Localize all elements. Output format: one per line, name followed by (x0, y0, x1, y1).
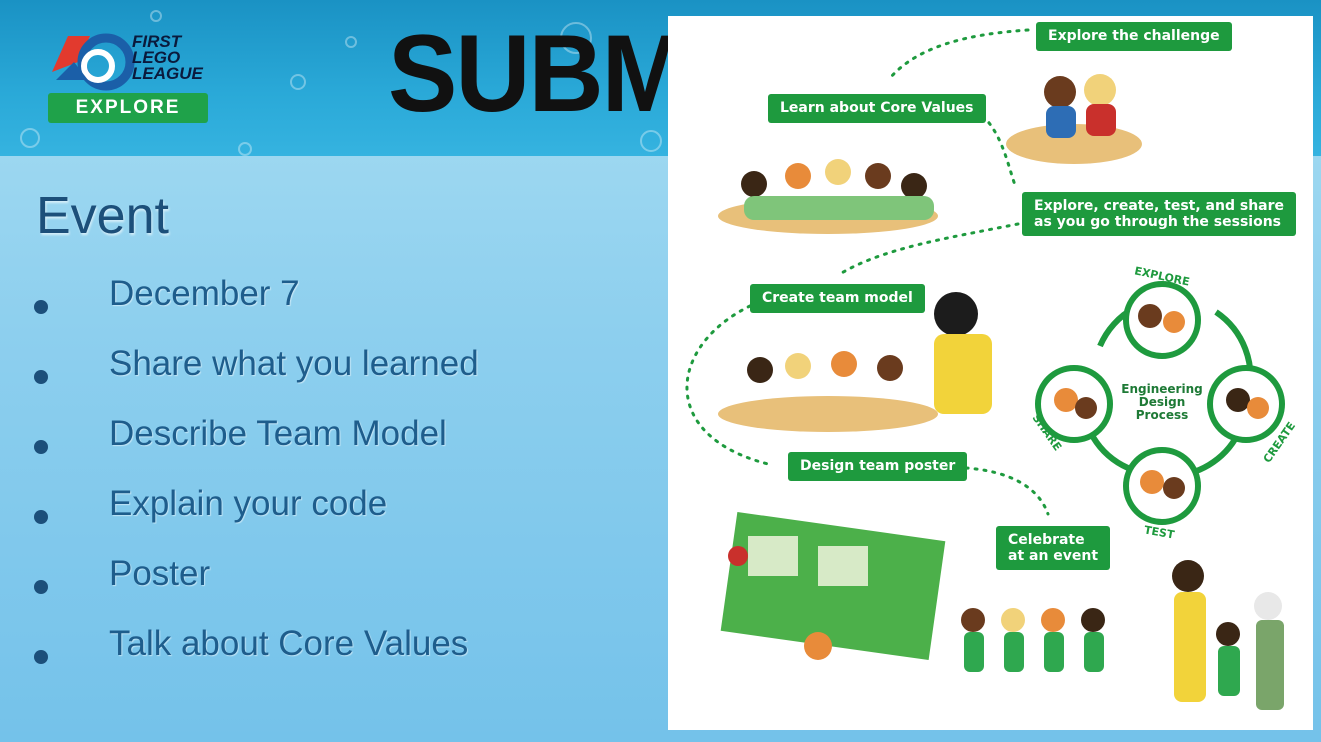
bubble-decoration (20, 128, 40, 148)
step-explore-challenge: Explore the challenge (1036, 22, 1232, 51)
step-celebrate-event: Celebrate at an event (996, 526, 1111, 570)
step-explore-create-text-2: as you go through the sessions (1034, 214, 1282, 230)
bullet-dot (34, 650, 48, 664)
bullet-dot (34, 300, 48, 314)
journey-path-illustration (685, 28, 1285, 710)
bullet-dot (34, 510, 48, 524)
list-item-text: Poster (109, 554, 211, 593)
list-item-text: Explain your code (109, 484, 388, 523)
bubble-decoration (290, 74, 306, 90)
bubble-decoration (238, 142, 252, 156)
list-item-text: Talk about Core Values (109, 624, 469, 663)
bullet-dot (34, 370, 48, 384)
season-journey-poster: Explore the challenge Learn about Core V… (668, 16, 1313, 730)
step-core-values: Learn about Core Values (768, 94, 986, 123)
cycle-center-line3: Process (1135, 408, 1189, 422)
step-explore-create-line1: Explore, create, test, and share as you … (1022, 192, 1297, 236)
list-item-text: December 7 (109, 274, 300, 313)
bullet-dot (34, 440, 48, 454)
list-item-text: Describe Team Model (109, 414, 447, 453)
engineering-design-process-label: Engineering Design Process (1117, 383, 1207, 422)
step-celebrate-text-1: Celebrate (1008, 532, 1085, 548)
logo-line-league: LEAGUE (132, 64, 203, 83)
bubble-decoration (150, 10, 162, 22)
step-celebrate-text-2: at an event (1008, 548, 1099, 564)
step-explore-create-text-1: Explore, create, test, and share (1034, 198, 1285, 214)
explore-badge: EXPLORE (48, 93, 208, 123)
step-create-team-model: Create team model (750, 284, 925, 313)
page-title: Event (36, 187, 169, 245)
logo-wordmark: FIRST LEGO LEAGUE (132, 33, 203, 83)
banner-title: SUBME (388, 13, 670, 135)
bubble-decoration (345, 36, 357, 48)
bullet-dot (34, 580, 48, 594)
step-design-team-poster: Design team poster (788, 452, 968, 481)
list-item-text: Share what you learned (109, 344, 479, 383)
